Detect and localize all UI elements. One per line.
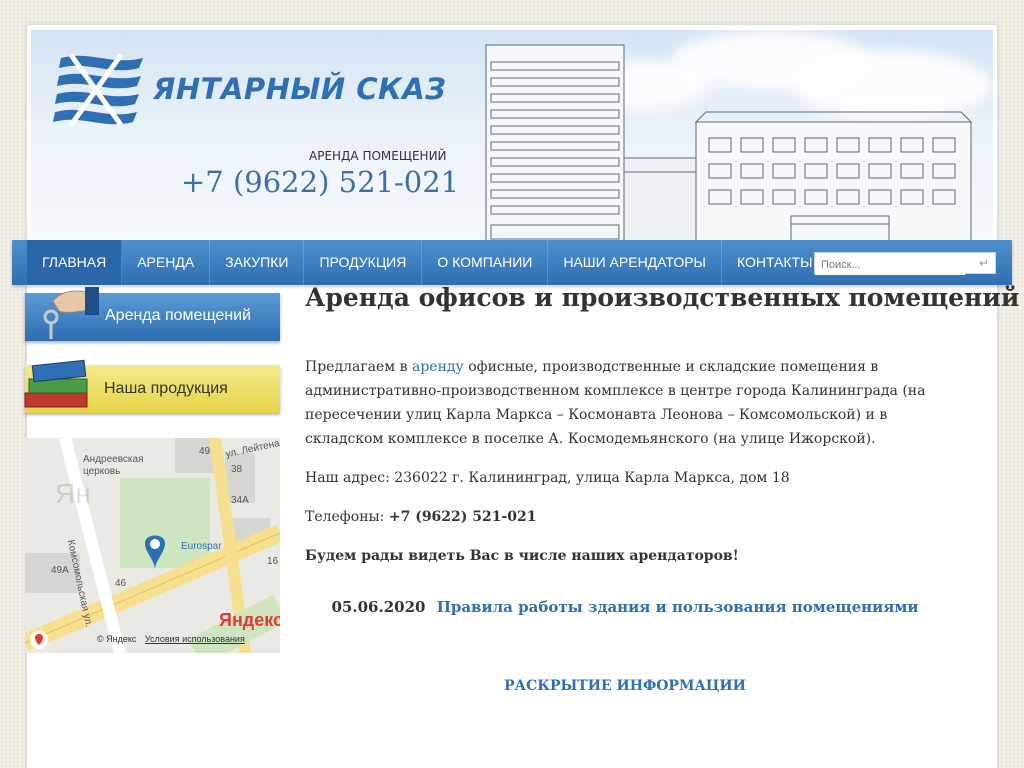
news-date: 05.06.2020 — [331, 598, 426, 616]
map-label-house-16: 16 — [267, 556, 279, 567]
header-phone: +7 (9622) 521-021 — [181, 165, 460, 199]
map-footer: © Яндекс Условия использования — [97, 634, 245, 644]
map-copyright: © Яндекс — [97, 634, 137, 644]
nav-item-contacts[interactable]: КОНТАКТЫ — [722, 240, 828, 285]
rent-banner[interactable]: Аренда помещений — [25, 287, 280, 341]
books-icon — [24, 359, 88, 408]
news-link[interactable]: Правила работы здания и пользования поме… — [437, 598, 919, 616]
main-nav: ГЛАВНАЯ АРЕНДА ЗАКУПКИ ПРОДУКЦИЯ О КОМПА… — [12, 240, 1012, 285]
search-input[interactable] — [815, 255, 965, 275]
map-label-house-49a: 49А — [51, 565, 69, 576]
disclosure-link[interactable]: РАСКРЫТИЕ ИНФОРМАЦИИ — [305, 678, 945, 694]
rent-banner-label: Аренда помещений — [105, 307, 252, 324]
map-label-faded: Ян — [55, 478, 91, 509]
map-label-house-46: 46 — [115, 578, 127, 589]
nav-item-about[interactable]: О КОМПАНИИ — [422, 240, 549, 285]
products-banner-label: Наша продукция — [104, 380, 228, 397]
nav-item-purchases[interactable]: ЗАКУПКИ — [210, 240, 305, 285]
nav-item-rent[interactable]: АРЕНДА — [122, 240, 211, 285]
products-banner[interactable]: Наша продукция — [24, 359, 280, 413]
site-header: ЯНТАРНЫЙ СКАЗ АРЕНДА ПОМЕЩЕНИЙ +7 (9622)… — [31, 30, 993, 245]
map-label-house-34a: 34А — [231, 495, 249, 506]
logo-icon[interactable] — [51, 50, 147, 130]
welcome-text: Будем рады видеть Вас в числе наших арен… — [305, 548, 739, 564]
map-terms-link[interactable]: Условия использования — [145, 634, 245, 644]
key-hand-icon — [43, 287, 99, 339]
yandex-logo: Яндекс — [219, 610, 280, 630]
nav-item-products[interactable]: ПРОДУКЦИЯ — [304, 240, 423, 285]
address-text: Наш адрес: 236022 г. Калининград, улица … — [305, 470, 790, 486]
phones-paragraph: Телефоны: +7 (9622) 521-021 — [305, 505, 945, 529]
logo-text[interactable]: ЯНТАРНЫЙ СКАЗ — [153, 72, 446, 106]
map-label-house-49: 49 — [199, 446, 211, 457]
rent-link[interactable]: аренду — [412, 359, 464, 375]
search-box: ↵ — [814, 252, 996, 275]
page-title: Аренда офисов и производственных помещен… — [305, 283, 1020, 312]
map-label-house-38: 38 — [231, 464, 243, 475]
intro-text-start: Предлагаем в — [305, 359, 412, 375]
intro-paragraph: Предлагаем в аренду офисные, производств… — [305, 355, 945, 451]
nav-item-home[interactable]: ГЛАВНАЯ — [27, 240, 123, 285]
nav-item-tenants[interactable]: НАШИ АРЕНДАТОРЫ — [548, 240, 722, 285]
map-label-eurospar: Eurospar — [181, 541, 222, 552]
phones-value: +7 (9622) 521-021 — [388, 509, 537, 525]
enter-icon[interactable]: ↵ — [979, 256, 989, 270]
rent-label: АРЕНДА ПОМЕЩЕНИЙ — [309, 149, 447, 163]
phones-label: Телефоны: — [305, 509, 389, 525]
map-label-church: Андреевская церковь — [83, 454, 144, 477]
yandex-map[interactable]: ул. Лейтенанта Андреевская церковь Euros… — [25, 438, 280, 653]
buildings-illustration — [485, 44, 973, 245]
location-pin-icon[interactable] — [29, 630, 49, 650]
news-item: 05.06.2020 Правила работы здания и польз… — [305, 598, 945, 616]
